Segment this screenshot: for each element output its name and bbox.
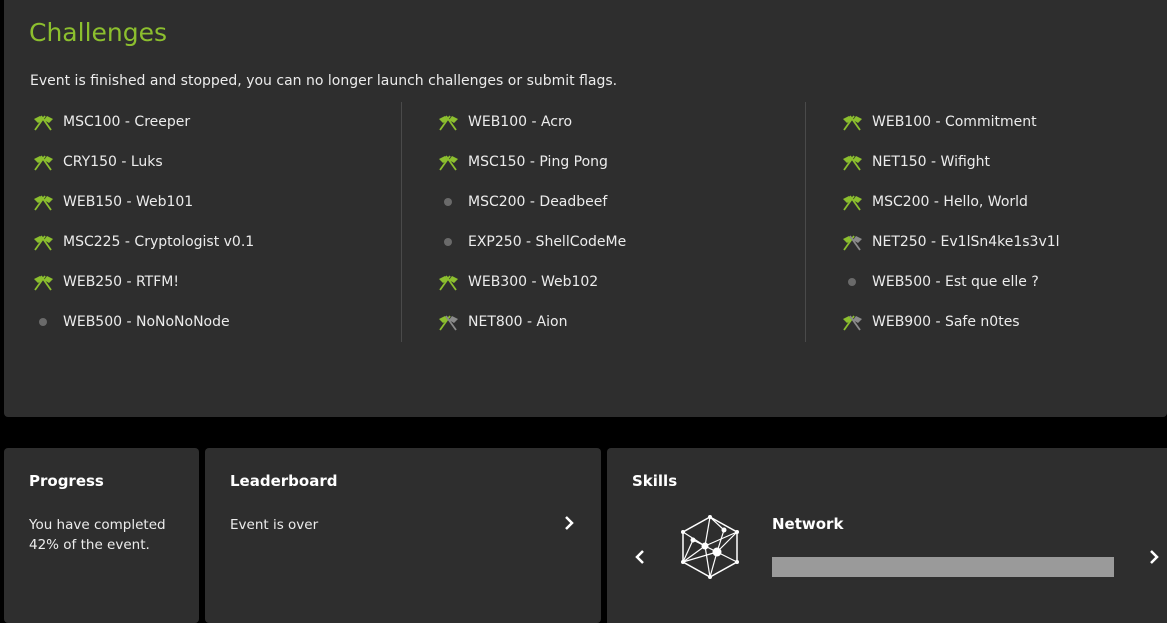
leaderboard-panel: Leaderboard Event is over <box>205 448 601 623</box>
challenge-label: WEB900 - Safe n0tes <box>872 314 1020 330</box>
challenge-label: MSC200 - Deadbeef <box>468 194 608 210</box>
page-title: Challenges <box>29 18 168 47</box>
challenge-label: MSC150 - Ping Pong <box>468 154 608 170</box>
half-crossed-flags-icon <box>839 312 865 332</box>
challenge-item[interactable]: WEB500 - Est que elle ? <box>806 262 1167 302</box>
challenge-label: NET250 - Ev1lSn4ke1s3v1l <box>872 234 1060 250</box>
leaderboard-text: Event is over <box>230 517 319 533</box>
skills-panel: Skills Network <box>607 448 1167 623</box>
leaderboard-chevron-right-icon[interactable] <box>559 513 579 533</box>
crossed-flags-icon <box>30 272 56 292</box>
skills-prev-chevron-left-icon[interactable] <box>630 547 650 567</box>
crossed-flags-icon <box>435 112 461 132</box>
crossed-flags-icon <box>435 152 461 172</box>
challenge-label: MSC225 - Cryptologist v0.1 <box>63 234 255 250</box>
dot-icon <box>435 192 461 212</box>
crossed-flags-icon <box>30 232 56 252</box>
challenge-item[interactable]: MSC200 - Hello, World <box>806 182 1167 222</box>
challenge-item[interactable]: MSC100 - Creeper <box>30 102 400 142</box>
challenge-item[interactable]: MSC200 - Deadbeef <box>402 182 806 222</box>
challenge-label: WEB250 - RTFM! <box>63 274 179 290</box>
challenge-item[interactable]: MSC150 - Ping Pong <box>402 142 806 182</box>
challenge-column-1: MSC100 - Creeper CRY150 - Luks WEB150 - We… <box>30 102 400 342</box>
challenge-item[interactable]: WEB300 - Web102 <box>402 262 806 302</box>
skill-progress-fill <box>772 557 1114 577</box>
challenge-item[interactable]: WEB250 - RTFM! <box>30 262 400 302</box>
challenge-item[interactable]: NET150 - Wifight <box>806 142 1167 182</box>
challenge-item[interactable]: EXP250 - ShellCodeMe <box>402 222 806 262</box>
challenge-label: NET150 - Wifight <box>872 154 991 170</box>
challenge-label: WEB500 - Est que elle ? <box>872 274 1039 290</box>
crossed-flags-icon <box>30 152 56 172</box>
crossed-flags-icon <box>30 112 56 132</box>
challenge-label: MSC100 - Creeper <box>63 114 191 130</box>
challenge-item[interactable]: CRY150 - Luks <box>30 142 400 182</box>
challenge-label: MSC200 - Hello, World <box>872 194 1028 210</box>
crossed-flags-icon <box>839 152 865 172</box>
progress-text: You have completed 42% of the event. <box>29 517 166 553</box>
leaderboard-title: Leaderboard <box>230 472 338 490</box>
challenge-label: NET800 - Aion <box>468 314 568 330</box>
skill-name: Network <box>772 515 844 533</box>
challenge-item[interactable]: WEB150 - Web101 <box>30 182 400 222</box>
crossed-flags-icon <box>30 192 56 212</box>
challenge-item[interactable]: NET800 - Aion <box>402 302 806 342</box>
crossed-flags-icon <box>839 192 865 212</box>
crossed-flags-icon <box>839 112 865 132</box>
challenge-label: CRY150 - Luks <box>63 154 163 170</box>
challenge-column-3: WEB100 - Commitment NET150 - Wifight MSC20… <box>805 102 1167 342</box>
challenge-label: EXP250 - ShellCodeMe <box>468 234 627 250</box>
challenge-item[interactable]: WEB500 - NoNoNoNode <box>30 302 400 342</box>
challenge-label: WEB100 - Commitment <box>872 114 1037 130</box>
dot-icon <box>30 312 56 332</box>
skill-progress-bar <box>772 557 1114 577</box>
skills-title: Skills <box>632 472 678 490</box>
progress-panel: Progress You have completed 42% of the e… <box>4 448 199 623</box>
network-hexagon-icon <box>679 514 741 584</box>
challenge-item[interactable]: WEB100 - Commitment <box>806 102 1167 142</box>
progress-title: Progress <box>29 472 104 490</box>
dot-icon <box>435 232 461 252</box>
challenge-item[interactable]: NET250 - Ev1lSn4ke1s3v1l <box>806 222 1167 262</box>
challenge-label: WEB150 - Web101 <box>63 194 194 210</box>
challenge-item[interactable]: MSC225 - Cryptologist v0.1 <box>30 222 400 262</box>
dot-icon <box>839 272 865 292</box>
skills-next-chevron-right-icon[interactable] <box>1144 547 1164 567</box>
challenge-item[interactable]: WEB900 - Safe n0tes <box>806 302 1167 342</box>
challenge-label: WEB100 - Acro <box>468 114 573 130</box>
half-crossed-flags-icon <box>435 312 461 332</box>
challenge-item[interactable]: WEB100 - Acro <box>402 102 806 142</box>
challenge-label: WEB300 - Web102 <box>468 274 599 290</box>
challenge-label: WEB500 - NoNoNoNode <box>63 314 230 330</box>
half-crossed-flags-icon <box>839 232 865 252</box>
challenge-column-2: WEB100 - Acro MSC150 - Ping Pong MSC200 - … <box>401 102 806 342</box>
challenges-panel: Challenges Event is finished and stopped… <box>4 0 1167 417</box>
event-notice: Event is finished and stopped, you can n… <box>30 73 618 89</box>
crossed-flags-icon <box>435 272 461 292</box>
